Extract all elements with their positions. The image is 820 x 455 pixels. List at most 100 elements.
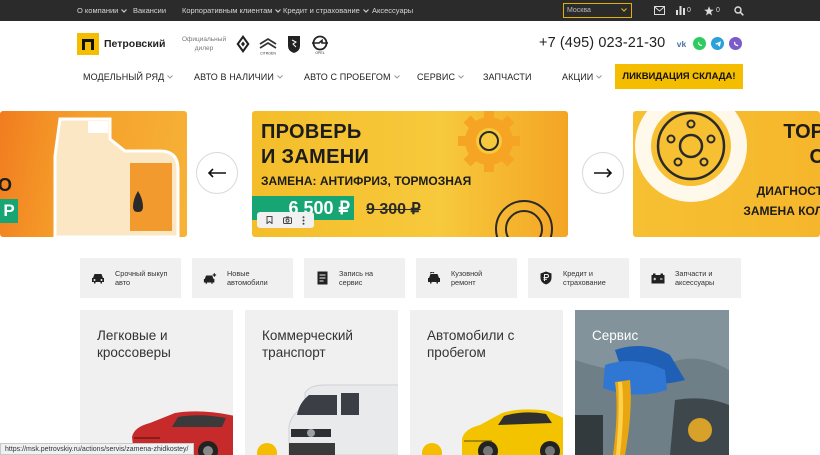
car-plus-icon [203,271,217,285]
quick-link-label: Кузовной ремонт [451,269,483,287]
category-card-passenger[interactable]: Легковые и кроссоверы [80,310,233,455]
citroen-logo-icon[interactable]: CITROËN [256,35,280,60]
slide-title-line: ПРОВЕРЬ [261,121,362,143]
chevron-down-icon [121,8,128,13]
city-value: Москва [567,7,591,14]
topbar-link-accessories[interactable]: Аксессуары [372,0,413,21]
arrow-left-icon [207,168,226,178]
category-card-title: Легковые и кроссоверы [97,328,171,360]
chevron-down-icon [362,8,369,13]
slide-next-banner[interactable]: ТОР С ДИАГНОСТ ЗАМЕНА КОЛ [633,111,820,237]
star-icon [704,5,714,15]
category-card-used[interactable]: Автомобили с пробегом [410,310,563,455]
bookmark-icon[interactable] [266,216,273,224]
more-vertical-icon[interactable] [302,215,305,225]
vk-icon[interactable]: vk [675,37,688,50]
quick-link-buyout[interactable]: Срочный выкуп авто [80,258,181,298]
nav-item-in-stock[interactable]: АВТО В НАЛИЧИИ [194,64,283,89]
category-card-service[interactable]: Сервис [575,310,729,455]
svg-text:CITROËN: CITROËN [260,52,276,56]
slide-prev-title: О [0,175,13,195]
compare-button[interactable]: 0 [676,4,691,17]
search-icon [734,5,744,16]
category-card-title: Автомобили с пробегом [427,328,515,360]
compare-count: 0 [687,7,691,14]
chevron-down-icon [621,8,627,12]
quick-link-credit[interactable]: Кредит и страхование [528,258,629,298]
favorites-count: 0 [716,7,720,14]
topbar-link-label: Аксессуары [372,6,414,15]
nav-item-parts[interactable]: ЗАПЧАСТИ [483,64,532,89]
nav-item-label: АКЦИИ [562,71,594,82]
topbar-link-vacancies[interactable]: Вакансии [133,0,166,21]
nav-item-label: АВТО В НАЛИЧИИ [194,71,274,82]
search-button[interactable] [734,4,744,17]
nav-item-promos[interactable]: АКЦИИ [562,64,603,89]
viber-icon[interactable] [729,37,742,50]
slide-title-line: ТОР [783,121,820,143]
slide-title-line: И ЗАМЕНИ [261,146,370,168]
topbar-link-credit[interactable]: Кредит и страхование [283,0,369,21]
favorites-button[interactable]: 0 [704,4,720,17]
quick-link-new-cars[interactable]: Новые автомобили [192,258,293,298]
slider-next-button[interactable] [582,152,624,194]
quick-link-label: Срочный выкуп авто [115,269,168,287]
dealer-text: Официальный дилер [182,36,227,52]
renault-logo-icon[interactable] [235,34,251,59]
slide-old-price: 9 300 ₽ [366,201,421,218]
image-toolbar [257,212,314,228]
category-card-commercial[interactable]: Коммерческий транспорт [245,310,398,455]
quick-link-label: Запчасти и аксессуары [675,269,715,287]
slide-subtitle: ЗАМЕНА: АНТИФРИЗ, ТОРМОЗНАЯ [261,174,472,188]
quick-link-label: Кредит и страхование [563,269,606,287]
coolant-canister-icon [53,117,180,237]
topbar-link-about[interactable]: О компании [77,0,128,21]
car-repair-icon [427,271,441,285]
slide-title-line: С [809,146,820,168]
liquidation-button[interactable]: ЛИКВИДАЦИЯ СКЛАДА! [615,64,743,89]
quick-link-parts[interactable]: Запчасти и аксессуары [640,258,741,298]
category-arrow-button[interactable] [257,443,277,455]
peugeot-logo-icon[interactable] [286,34,302,59]
quick-link-service-booking[interactable]: Запись на сервис [304,258,405,298]
category-card-title: Сервис [592,328,639,343]
category-arrow-button[interactable] [422,443,442,455]
quick-link-body-repair[interactable]: Кузовной ремонт [416,258,517,298]
arrow-right-icon [594,168,613,178]
yellow-hatchback-car-image [462,409,563,455]
whatsapp-icon[interactable] [693,37,706,50]
slide-prev-price: Р [0,199,18,223]
topbar-link-label: О компании [77,6,119,15]
nav-item-service[interactable]: СЕРВИС [417,64,464,89]
mail-icon [654,6,665,15]
mail-button[interactable] [654,4,665,17]
quick-link-label: Запись на сервис [339,269,374,287]
nav-item-label: АВТО С ПРОБЕГОМ [304,71,391,82]
logo[interactable] [77,33,99,55]
topbar-link-corporate[interactable]: Корпоративным клиентам [182,0,282,21]
nav-item-used[interactable]: АВТО С ПРОБЕГОМ [304,64,400,89]
topbar-link-label: Вакансии [133,6,167,15]
slider-prev-button[interactable] [196,152,238,194]
logo-name[interactable]: Петровский [104,38,165,50]
slide-next-title: ТОР С [783,120,820,170]
browser-status-url: https://msk.petrovskiy.ru/actions/servis… [0,443,194,455]
document-icon [315,271,329,285]
battery-icon [651,271,665,285]
topbar-link-label: Корпоративным клиентам [182,6,273,15]
chevron-down-icon [167,74,174,79]
nav-item-models[interactable]: МОДЕЛЬНЫЙ РЯД [83,64,174,89]
topbar-link-label: Кредит и страхование [283,6,360,15]
city-select[interactable]: Москва [563,3,632,18]
phone-number[interactable]: +7 (495) 023-21-30 [539,35,665,51]
telegram-icon[interactable] [711,37,724,50]
chevron-down-icon [277,74,283,79]
compare-bars-icon [676,6,685,15]
slide-title: ПРОВЕРЬ И ЗАМЕНИ [261,120,369,170]
camera-icon[interactable] [283,216,292,224]
nav-item-label: СЕРВИС [417,71,456,82]
slide-next-subtitle: ДИАГНОСТ ЗАМЕНА КОЛ [743,181,820,221]
nav-item-label: МОДЕЛЬНЫЙ РЯД [83,71,165,82]
opel-logo-icon[interactable]: OPEL [311,35,329,60]
slide-prev-banner[interactable]: О Р [0,111,187,237]
